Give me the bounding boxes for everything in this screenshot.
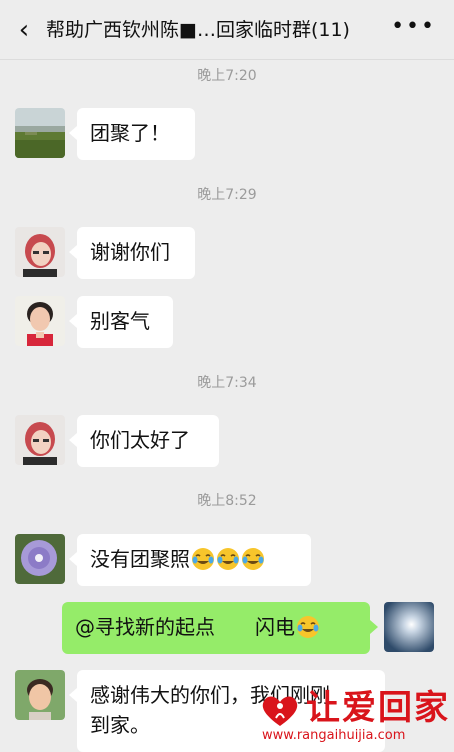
flower-avatar[interactable]	[15, 534, 65, 584]
sky-avatar[interactable]	[384, 602, 434, 652]
timestamp: 晚上8:52	[197, 493, 257, 509]
chevron-left-icon: ‹	[18, 15, 30, 45]
timestamp: 晚上7:29	[197, 187, 257, 203]
chat-header: ‹ 帮助广西钦州陈■…回家临时群(11) •••	[0, 0, 454, 60]
watermark-url: www.rangaihuijia.com	[262, 728, 406, 743]
message-text: @寻找新的起点 闪电	[75, 615, 295, 639]
woman-red-hair-avatar[interactable]	[15, 227, 65, 277]
message-text: 团聚了！	[90, 121, 170, 145]
crying-laughing-emoji	[242, 548, 264, 570]
back-button[interactable]: ‹	[12, 16, 36, 44]
message-bubble[interactable]: 谢谢你们	[69, 227, 195, 279]
heart-hands-logo	[262, 696, 298, 726]
message-bubble[interactable]: 你们太好了	[69, 415, 219, 467]
message-bubble[interactable]: 没有团聚照	[69, 534, 311, 586]
message-text: 谢谢你们	[90, 240, 170, 264]
timestamp: 晚上7:34	[197, 375, 257, 391]
crying-laughing-emoji	[192, 548, 214, 570]
crying-laughing-emoji	[297, 616, 319, 638]
timestamp: 晚上7:20	[197, 68, 257, 84]
message-bubble[interactable]: 团聚了！	[69, 108, 195, 160]
message-text: 没有团聚照	[90, 547, 190, 571]
woman-avatar[interactable]	[15, 296, 65, 346]
crying-laughing-emoji	[217, 548, 239, 570]
message-text: 别客气	[90, 309, 150, 333]
watermark-text: 让爱回家	[306, 688, 450, 728]
message-text: 你们太好了	[90, 428, 190, 452]
child-avatar[interactable]	[15, 670, 65, 720]
message-bubble-self[interactable]: @寻找新的起点 闪电	[62, 602, 378, 654]
more-button[interactable]: •••	[391, 16, 436, 44]
chat-title[interactable]: 帮助广西钦州陈■…回家临时群(11)	[46, 16, 386, 44]
message-bubble[interactable]: 别客气	[69, 296, 173, 348]
landscape-avatar[interactable]	[15, 108, 65, 158]
ellipsis-icon: •••	[391, 14, 436, 39]
woman-red-hair-avatar[interactable]	[15, 415, 65, 465]
